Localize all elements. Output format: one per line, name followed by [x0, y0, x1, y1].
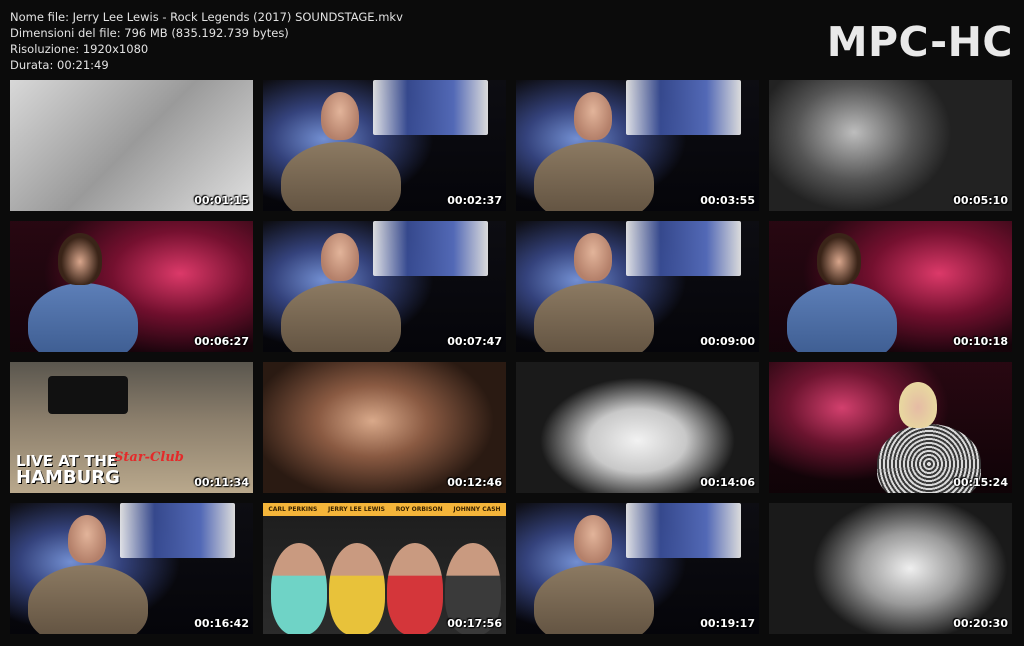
head-shape	[58, 233, 102, 285]
thumbnail-frame-white-jacket	[516, 362, 759, 493]
hamburg-text: HAMBURG	[16, 467, 120, 488]
timestamp: 00:20:30	[953, 617, 1008, 630]
monitor-shape	[626, 503, 741, 558]
timestamp: 00:12:46	[447, 476, 502, 489]
timestamp: 00:09:00	[700, 335, 755, 348]
monitor-shape	[373, 80, 488, 135]
artist-name: JOHNNY CASH	[453, 505, 501, 513]
singer-shape	[387, 543, 443, 634]
head-shape	[68, 515, 106, 563]
thumbnail: 00:12:46	[263, 362, 506, 493]
timestamp: 00:11:34	[194, 476, 249, 489]
head-shape	[817, 233, 861, 285]
head-shape	[321, 233, 359, 281]
monitor-shape	[373, 221, 488, 276]
thumbnail: 00:03:55	[516, 80, 759, 211]
file-name-text: Nome file: Jerry Lee Lewis - Rock Legend…	[10, 10, 403, 24]
thumbnail: 00:06:27	[10, 221, 253, 352]
resolution-text: Risoluzione: 1920x1080	[10, 42, 149, 56]
timestamp: 00:06:27	[194, 335, 249, 348]
monitor-shape	[626, 80, 741, 135]
head-shape	[899, 382, 937, 428]
piano-shape	[48, 376, 128, 414]
head-shape	[574, 233, 612, 281]
artist-names-bar: CARL PERKINS JERRY LEE LEWIS ROY ORBISON JO…	[263, 503, 506, 515]
thumbnail: 00:14:06	[516, 362, 759, 493]
timestamp: 00:07:47	[447, 335, 502, 348]
head-shape	[574, 515, 612, 563]
star-club-text: Star-Club	[114, 450, 184, 465]
timestamp: 00:16:42	[194, 617, 249, 630]
live-at-hamburg-title: LIVE AT THE HAMBURG	[16, 454, 120, 487]
thumbnail: 00:01:15	[10, 80, 253, 211]
timestamp: 00:05:10	[953, 194, 1008, 207]
artist-name: ROY ORBISON	[395, 505, 443, 513]
thumbnail-grid: 00:01:15 00:02:37 00:03:55 00:05:10 00:06:27…	[10, 80, 1014, 634]
thumbnail: CARL PERKINS JERRY LEE LEWIS ROY ORBISON JO…	[263, 503, 506, 634]
thumbnail: 00:05:10	[769, 80, 1012, 211]
thumbnail: 00:16:42	[10, 503, 253, 634]
duration-text: Durata: 00:21:49	[10, 58, 109, 72]
thumbnail: LIVE AT THE HAMBURG Star-Club 00:11:34	[10, 362, 253, 493]
thumbnail: 00:19:17	[516, 503, 759, 634]
timestamp: 00:01:15	[194, 194, 249, 207]
artist-name: CARL PERKINS	[268, 505, 318, 513]
timestamp: 00:19:17	[700, 617, 755, 630]
thumbnail: 00:20:30	[769, 503, 1012, 634]
singer-shape	[271, 543, 327, 634]
head-shape	[574, 92, 612, 140]
singer-shape	[329, 543, 385, 634]
thumbnail-frame-bw-piano	[769, 80, 1012, 211]
thumbnail-frame-jerry-color	[263, 362, 506, 493]
monitor-shape	[120, 503, 235, 558]
timestamp: 00:02:37	[447, 194, 502, 207]
timestamp: 00:15:24	[953, 476, 1008, 489]
timestamp: 00:17:56	[447, 617, 502, 630]
thumbnail: 00:07:47	[263, 221, 506, 352]
thumbnail: 00:10:18	[769, 221, 1012, 352]
thumbnail-frame-bw-photo	[10, 80, 253, 211]
file-size-text: Dimensioni del file: 796 MB (835.192.739…	[10, 26, 289, 40]
mpc-hc-logo: MPC-HC	[826, 18, 1013, 66]
head-shape	[321, 92, 359, 140]
timestamp: 00:14:06	[700, 476, 755, 489]
thumbnail-frame-bw-portrait	[769, 503, 1012, 634]
timestamp: 00:10:18	[953, 335, 1008, 348]
artist-name: JERRY LEE LEWIS	[328, 505, 385, 513]
thumbnail: 00:09:00	[516, 221, 759, 352]
thumbnail: 00:15:24	[769, 362, 1012, 493]
timestamp: 00:03:55	[700, 194, 755, 207]
file-info: Nome file: Jerry Lee Lewis - Rock Legend…	[10, 9, 403, 73]
monitor-shape	[626, 221, 741, 276]
thumbnail: 00:02:37	[263, 80, 506, 211]
